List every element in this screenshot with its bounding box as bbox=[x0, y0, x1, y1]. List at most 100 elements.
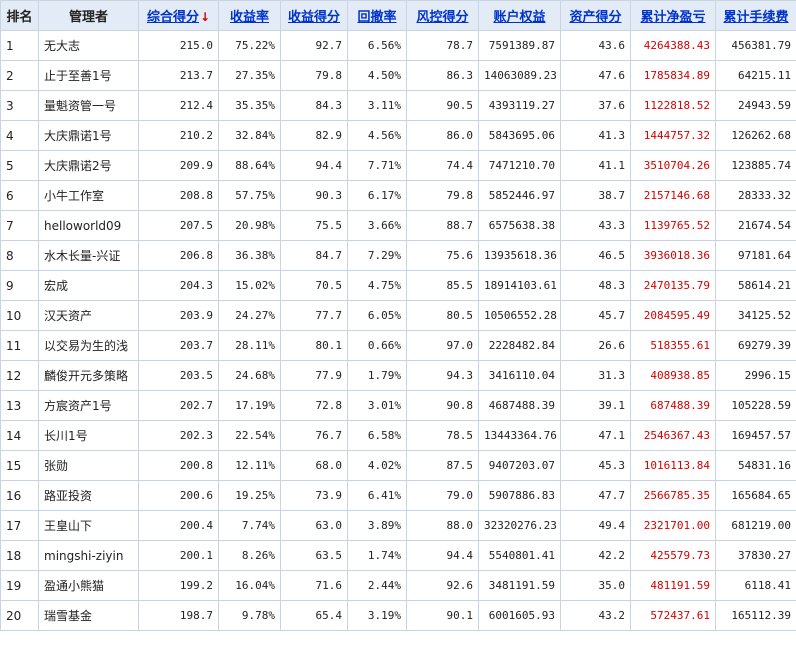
cell-fees: 169457.57 bbox=[715, 420, 796, 451]
cell-drawdown: 1.74% bbox=[347, 540, 407, 571]
cell-asset-score: 43.2 bbox=[560, 600, 631, 631]
header-asset-score[interactable]: 资产得分 bbox=[560, 0, 631, 31]
cell-risk-score: 86.3 bbox=[406, 60, 479, 91]
cell-account-equity: 5852446.97 bbox=[478, 180, 561, 211]
header-manager-label: 管理者 bbox=[68, 10, 108, 25]
cell-fees: 69279.39 bbox=[715, 330, 796, 361]
sort-down-arrow-icon[interactable]: ↓ bbox=[200, 10, 210, 24]
header-row: 排名 管理者 综合得分↓ 收益率 收益得分 回撤率 风控得分 账户权益 资产得分 累计净盈亏 累计手… bbox=[0, 0, 796, 31]
table-row: 17 王皇山下 200.4 7.74% 63.0 3.89% 88.0 32320276.23… bbox=[0, 510, 796, 541]
cell-manager: 大庆鼎诺2号 bbox=[38, 150, 139, 181]
cell-composite-score: 200.8 bbox=[138, 450, 219, 481]
cell-rank: 8 bbox=[0, 240, 39, 271]
cell-return-rate: 8.26% bbox=[218, 540, 281, 571]
cell-rank: 3 bbox=[0, 90, 39, 121]
header-composite-score[interactable]: 综合得分↓ bbox=[138, 0, 219, 31]
header-return-rate-label[interactable]: 收益率 bbox=[230, 10, 269, 25]
header-composite-score-label[interactable]: 综合得分 bbox=[147, 10, 199, 25]
cell-net-profit: 2566785.35 bbox=[630, 480, 716, 511]
cell-net-profit: 3510704.26 bbox=[630, 150, 716, 181]
cell-fees: 97181.64 bbox=[715, 240, 796, 271]
table-row: 1 无大志 215.0 75.22% 92.7 6.56% 78.7 7591389.87 43… bbox=[0, 30, 796, 61]
table-row: 4 大庆鼎诺1号 210.2 32.84% 82.9 4.56% 86.0 5843695.0… bbox=[0, 120, 796, 151]
cell-manager: 止于至善1号 bbox=[38, 60, 139, 91]
cell-return-score: 76.7 bbox=[280, 420, 348, 451]
cell-risk-score: 90.8 bbox=[406, 390, 479, 421]
cell-net-profit: 2470135.79 bbox=[630, 270, 716, 301]
cell-composite-score: 206.8 bbox=[138, 240, 219, 271]
cell-asset-score: 47.6 bbox=[560, 60, 631, 91]
cell-asset-score: 48.3 bbox=[560, 270, 631, 301]
header-net-profit-label[interactable]: 累计净盈亏 bbox=[640, 10, 705, 25]
cell-return-rate: 57.75% bbox=[218, 180, 281, 211]
cell-drawdown: 6.58% bbox=[347, 420, 407, 451]
header-drawdown-label[interactable]: 回撤率 bbox=[357, 10, 396, 25]
cell-asset-score: 46.5 bbox=[560, 240, 631, 271]
cell-composite-score: 212.4 bbox=[138, 90, 219, 121]
cell-return-rate: 36.38% bbox=[218, 240, 281, 271]
cell-return-rate: 15.02% bbox=[218, 270, 281, 301]
cell-drawdown: 4.02% bbox=[347, 450, 407, 481]
cell-rank: 7 bbox=[0, 210, 39, 241]
table-row: 12 麟俊开元多策略 203.5 24.68% 77.9 1.79% 94.3 3416110… bbox=[0, 360, 796, 391]
header-account-equity-label[interactable]: 账户权益 bbox=[493, 10, 545, 25]
cell-account-equity: 3481191.59 bbox=[478, 570, 561, 601]
header-return-score-label[interactable]: 收益得分 bbox=[288, 10, 340, 25]
cell-composite-score: 199.2 bbox=[138, 570, 219, 601]
cell-manager: 盈通小熊猫 bbox=[38, 570, 139, 601]
cell-asset-score: 43.6 bbox=[560, 30, 631, 61]
header-account-equity[interactable]: 账户权益 bbox=[478, 0, 561, 31]
cell-manager: 张勋 bbox=[38, 450, 139, 481]
cell-manager: mingshi-ziyin bbox=[38, 540, 139, 571]
cell-fees: 54831.16 bbox=[715, 450, 796, 481]
cell-risk-score: 74.4 bbox=[406, 150, 479, 181]
table-row: 2 止于至善1号 213.7 27.35% 79.8 4.50% 86.3 14063089.… bbox=[0, 60, 796, 91]
cell-risk-score: 87.5 bbox=[406, 450, 479, 481]
cell-composite-score: 203.5 bbox=[138, 360, 219, 391]
cell-drawdown: 6.41% bbox=[347, 480, 407, 511]
cell-manager: 瑞雪基金 bbox=[38, 600, 139, 631]
header-return-score[interactable]: 收益得分 bbox=[280, 0, 348, 31]
cell-rank: 19 bbox=[0, 570, 39, 601]
cell-composite-score: 208.8 bbox=[138, 180, 219, 211]
cell-fees: 21674.54 bbox=[715, 210, 796, 241]
cell-drawdown: 1.79% bbox=[347, 360, 407, 391]
cell-asset-score: 41.3 bbox=[560, 120, 631, 151]
cell-risk-score: 79.8 bbox=[406, 180, 479, 211]
header-asset-score-label[interactable]: 资产得分 bbox=[569, 10, 621, 25]
cell-fees: 6118.41 bbox=[715, 570, 796, 601]
cell-rank: 12 bbox=[0, 360, 39, 391]
header-return-rate[interactable]: 收益率 bbox=[218, 0, 281, 31]
cell-manager: 麟俊开元多策略 bbox=[38, 360, 139, 391]
table-row: 5 大庆鼎诺2号 209.9 88.64% 94.4 7.71% 74.4 7471210.7… bbox=[0, 150, 796, 181]
table-row: 14 长川1号 202.3 22.54% 76.7 6.58% 78.5 13443364.7… bbox=[0, 420, 796, 451]
cell-drawdown: 3.89% bbox=[347, 510, 407, 541]
cell-fees: 165684.65 bbox=[715, 480, 796, 511]
cell-asset-score: 47.7 bbox=[560, 480, 631, 511]
cell-net-profit: 572437.61 bbox=[630, 600, 716, 631]
header-risk-score-label[interactable]: 风控得分 bbox=[416, 10, 468, 25]
cell-asset-score: 47.1 bbox=[560, 420, 631, 451]
cell-rank: 6 bbox=[0, 180, 39, 211]
cell-return-score: 75.5 bbox=[280, 210, 348, 241]
table-row: 10 汉天资产 203.9 24.27% 77.7 6.05% 80.5 10506552.2… bbox=[0, 300, 796, 331]
cell-manager: 长川1号 bbox=[38, 420, 139, 451]
cell-return-rate: 32.84% bbox=[218, 120, 281, 151]
cell-composite-score: 198.7 bbox=[138, 600, 219, 631]
cell-net-profit: 1139765.52 bbox=[630, 210, 716, 241]
header-fees-label[interactable]: 累计手续费 bbox=[723, 10, 788, 25]
table-row: 9 宏成 204.3 15.02% 70.5 4.75% 85.5 18914103.61 48… bbox=[0, 270, 796, 301]
header-net-profit[interactable]: 累计净盈亏 bbox=[630, 0, 716, 31]
header-manager: 管理者 bbox=[38, 0, 139, 31]
cell-asset-score: 43.3 bbox=[560, 210, 631, 241]
cell-drawdown: 6.05% bbox=[347, 300, 407, 331]
cell-drawdown: 4.50% bbox=[347, 60, 407, 91]
cell-rank: 14 bbox=[0, 420, 39, 451]
header-fees[interactable]: 累计手续费 bbox=[715, 0, 796, 31]
header-risk-score[interactable]: 风控得分 bbox=[406, 0, 479, 31]
table-row: 3 量魁资管一号 212.4 35.35% 84.3 3.11% 90.5 4393119.2… bbox=[0, 90, 796, 121]
cell-return-score: 79.8 bbox=[280, 60, 348, 91]
header-drawdown[interactable]: 回撤率 bbox=[347, 0, 407, 31]
cell-net-profit: 4264388.43 bbox=[630, 30, 716, 61]
table-body: 1 无大志 215.0 75.22% 92.7 6.56% 78.7 7591389.87 43… bbox=[0, 30, 796, 631]
